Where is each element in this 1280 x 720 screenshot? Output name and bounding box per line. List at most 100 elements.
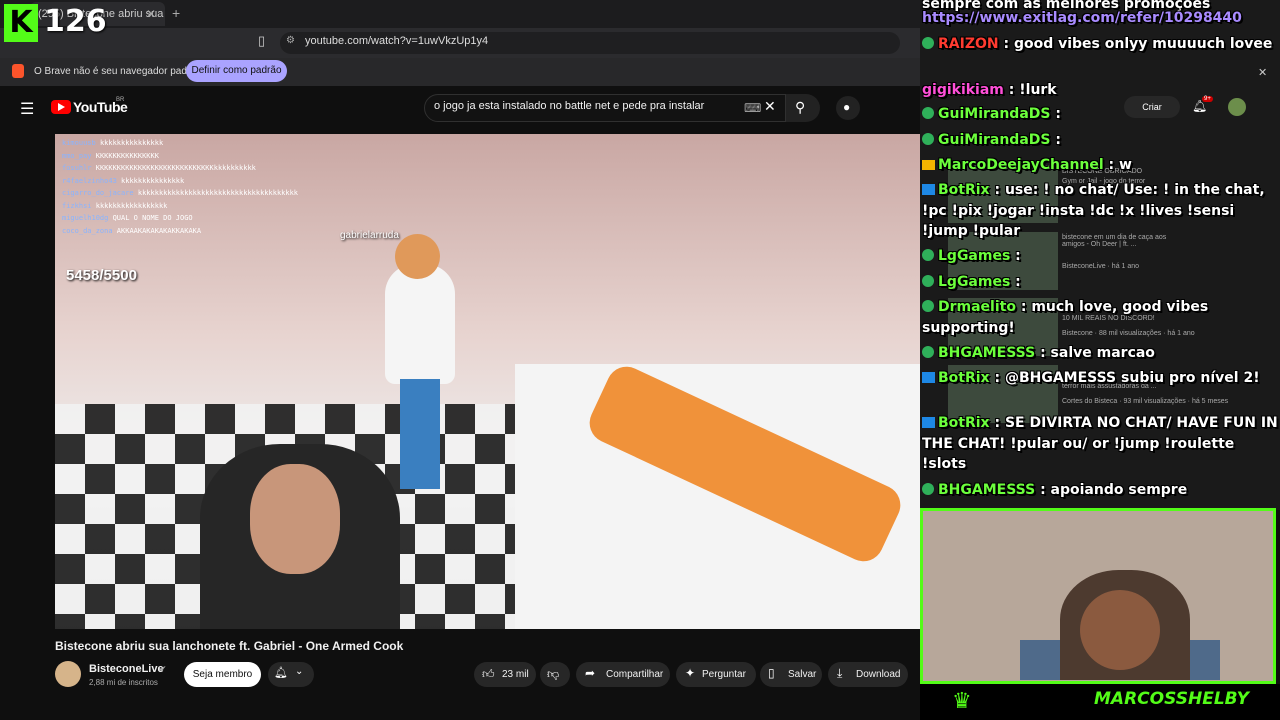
- viewer-count: 126: [44, 4, 107, 39]
- sparkle-icon[interactable]: ✦: [685, 666, 695, 680]
- channel-avatar[interactable]: [55, 661, 81, 687]
- chat-message: BHGAMESSS : salve marcao: [922, 343, 1278, 364]
- bot-badge-icon: [922, 372, 935, 383]
- webcam-face: [1080, 590, 1160, 670]
- order-counter: 5458/5500: [66, 267, 137, 284]
- chat-text: : good vibes onlyy muuuuch lovee: [1003, 36, 1273, 52]
- video-chat-user: fizkhsi: [62, 201, 92, 210]
- thumbs-up-icon[interactable]: 👍︎: [482, 667, 495, 682]
- search-icon[interactable]: ⚲: [795, 99, 805, 116]
- kick-logo: K: [4, 4, 38, 42]
- chat-message: gigikikiam : !lurk: [922, 80, 1278, 101]
- close-tab-icon[interactable]: ✕: [146, 7, 156, 21]
- game-character-head: [395, 234, 440, 279]
- close-icon[interactable]: ✕: [1258, 66, 1267, 79]
- chat-message: GuiMirandaDS :: [922, 130, 1278, 151]
- video-chat-line: cigarro_do_jacare kkkkkkkkkkkkkkkkkkkkkk…: [62, 187, 298, 200]
- rec-meta: Cortes do Bisteca · 93 mil visualizações…: [1062, 398, 1229, 405]
- video-chat-user: coco_da_zona: [62, 226, 113, 235]
- video-chat-user: r4faelzinho43: [62, 176, 117, 185]
- join-button[interactable]: Seja membro: [184, 662, 261, 687]
- chat-text: : @BHGAMESSS subiu pro nível 2!: [994, 370, 1260, 386]
- verified-badge-icon: [922, 133, 934, 145]
- video-chat-message: QUAL O NOME DO JOGO: [112, 214, 193, 222]
- download-icon[interactable]: ⤓: [837, 666, 842, 681]
- chat-message: GuiMirandaDS :: [922, 104, 1278, 125]
- video-chat-message: KKKKKKKKKKKKKKKKKKKKKKKKKKKKkkkkkkkkkk: [95, 164, 256, 172]
- search-query[interactable]: o jogo ja esta instalado no battle net e…: [434, 100, 704, 112]
- chat-message: Drmaelito : much love, good vibes suppor…: [922, 297, 1278, 338]
- chat-username: RAIZON: [938, 36, 999, 52]
- video-chat-user: cigarro_do_jacare: [62, 189, 134, 197]
- chat-text: :: [1055, 132, 1061, 148]
- brave-icon: [12, 64, 24, 78]
- clear-search-icon[interactable]: ✕: [764, 98, 776, 115]
- chevron-down-icon[interactable]: ⌄: [295, 666, 303, 677]
- video-chat-user: kimouusb: [62, 139, 96, 147]
- chat-message: BotRix : use: ! no chat/ Use: ! in the c…: [922, 180, 1278, 242]
- chat-username: LgGames: [938, 274, 1011, 290]
- video-chat-user: mmo_pay: [62, 151, 92, 160]
- chat-username: Drmaelito: [938, 299, 1016, 315]
- chat-username: MarcoDeejayChannel: [938, 157, 1104, 173]
- game-character: [385, 264, 455, 384]
- video-chat-user: miguelh10dg: [62, 214, 109, 222]
- chat-username: LgGames: [938, 248, 1011, 264]
- video-chat-overlay: kimouusb kkkkkkkkkkkkkkk mmo_pay KKKKKKKK…: [62, 137, 298, 237]
- player-nametag: gabrielarruda: [340, 230, 399, 241]
- video-chat-line: kimouusb kkkkkkkkkkkkkkk: [62, 137, 298, 150]
- video-title: Bistecone abriu sua lanchonete ft. Gabri…: [55, 639, 404, 653]
- video-chat-line: fosuhlr KKKKKKKKKKKKKKKKKKKKKKKKKKKKkkkk…: [62, 162, 298, 175]
- chat-username: BotRix: [938, 182, 990, 198]
- play-icon: [58, 103, 65, 111]
- chat-text: : !lurk: [1008, 82, 1057, 98]
- video-chat-message: kkkkkkkkkkkkkkkkkkkkkkkkkkkkkkkkkkkkkk: [137, 189, 299, 197]
- bell-icon[interactable]: 🔔︎: [274, 666, 288, 679]
- verified-badge-icon: [922, 275, 934, 287]
- chat-username: GuiMirandaDS: [938, 132, 1051, 148]
- video-chat-line: r4faelzinho43 kkkkkkkkkkkkkkk: [62, 175, 298, 188]
- microphone-icon[interactable]: ●: [843, 100, 850, 114]
- video-chat-line: coco_da_zona AKKAAKAKAKAKAKKAKAKA: [62, 225, 298, 238]
- crown-badge-icon: [922, 160, 935, 170]
- channel-name[interactable]: BisteconeLive: [89, 663, 164, 675]
- bookmark-save-icon[interactable]: ▯: [768, 666, 775, 680]
- video-chat-line: fizkhsi kkkkkkkkkkkkkkkkk: [62, 200, 298, 213]
- bot-badge-icon: [922, 184, 935, 195]
- thumbs-down-icon[interactable]: 👎︎: [547, 667, 559, 682]
- chat-message: RAIZON : good vibes onlyy muuuuch lovee: [922, 34, 1278, 55]
- new-tab-icon[interactable]: +: [172, 5, 180, 21]
- chat-text: : salve marcao: [1040, 345, 1155, 361]
- chat-text: :: [1015, 274, 1021, 290]
- chat-promo-link: https://www.exitlag.com/refer/10298440: [922, 10, 1242, 26]
- chat-username: BotRix: [938, 370, 990, 386]
- bookmark-icon[interactable]: ▯: [258, 33, 265, 49]
- menu-icon[interactable]: ☰: [20, 99, 34, 119]
- site-info-icon[interactable]: ⚙: [286, 35, 295, 46]
- share-icon[interactable]: ➦: [585, 666, 595, 680]
- chat-text: :: [1015, 248, 1021, 264]
- video-chat-message: kkkkkkkkkkkkkkk: [99, 139, 164, 147]
- video-chat-message: KKKKKKKKKKKKKKK: [95, 151, 159, 160]
- region-code: BR: [116, 97, 125, 103]
- chat-message: LgGames :: [922, 272, 1278, 293]
- crown-icon: ♛: [952, 688, 972, 713]
- subscriber-count: 2,88 mi de inscritos: [89, 678, 158, 687]
- verified-badge-icon: [922, 37, 934, 49]
- game-character-legs: [400, 379, 440, 489]
- video-chat-message: AKKAAKAKAKAKAKKAKAKA: [116, 226, 202, 235]
- chat-username: gigikikiam: [922, 82, 1004, 98]
- bot-badge-icon: [922, 417, 935, 428]
- chat-username: BHGAMESSS: [938, 482, 1036, 498]
- video-chat-user: fosuhlr: [62, 164, 92, 172]
- verified-badge-icon: [922, 107, 934, 119]
- chat-text: :: [1055, 106, 1061, 122]
- url-text[interactable]: youtube.com/watch?v=1uwVkzUp1y4: [305, 35, 488, 47]
- chat-username: BHGAMESSS: [938, 345, 1036, 361]
- set-default-button[interactable]: Definir como padrão: [186, 60, 287, 82]
- chat-username: GuiMirandaDS: [938, 106, 1051, 122]
- facecam-face: [250, 464, 340, 574]
- keyboard-icon[interactable]: ⌨: [744, 101, 761, 115]
- chat-username: BotRix: [938, 415, 990, 431]
- chat-text: : apoiando sempre: [1040, 482, 1188, 498]
